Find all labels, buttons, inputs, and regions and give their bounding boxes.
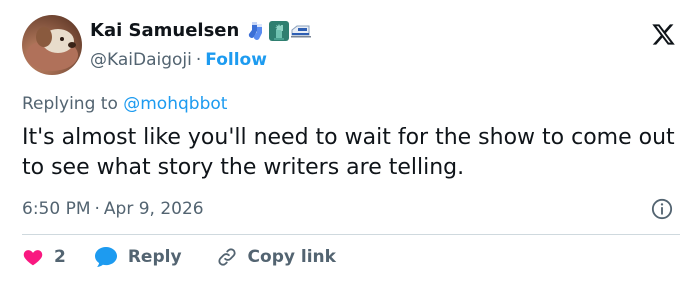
copy-link-label: Copy link bbox=[247, 247, 336, 267]
statue-of-liberty-icon bbox=[269, 21, 290, 41]
like-button[interactable]: 2 bbox=[22, 246, 66, 268]
name-emojis bbox=[247, 21, 312, 41]
x-logo-icon[interactable] bbox=[651, 22, 676, 47]
replying-mention[interactable]: @mohqbbot bbox=[123, 94, 227, 114]
tweet-text: It's almost like you'll need to wait for… bbox=[22, 125, 675, 180]
display-name[interactable]: Kai Samuelsen bbox=[90, 20, 239, 42]
like-count: 2 bbox=[54, 247, 66, 267]
reply-label: Reply bbox=[127, 247, 182, 267]
action-bar: 2 Reply Copy link bbox=[22, 246, 336, 268]
handle-row: @KaiDaigoji · Follow bbox=[90, 49, 267, 71]
info-icon[interactable] bbox=[651, 198, 673, 220]
replying-prefix: Replying to bbox=[22, 94, 118, 114]
avatar[interactable] bbox=[22, 15, 82, 75]
heart-icon bbox=[23, 250, 43, 266]
user-handle[interactable]: @KaiDaigoji bbox=[90, 50, 192, 70]
reply-button[interactable]: Reply bbox=[94, 246, 182, 268]
follow-button[interactable]: Follow bbox=[205, 50, 267, 70]
tweet-date: Apr 9, 2026 bbox=[103, 199, 204, 219]
timestamp[interactable]: 6:50 PM · Apr 9, 2026 bbox=[22, 198, 204, 220]
link-icon bbox=[217, 248, 236, 266]
tweet-time: 6:50 PM bbox=[22, 199, 91, 219]
divider bbox=[22, 234, 680, 235]
display-name-row: Kai Samuelsen bbox=[90, 20, 312, 42]
separator-dot: · bbox=[94, 199, 100, 219]
socks-emoji-icon bbox=[249, 22, 263, 40]
tweet-card: Kai Samuelsen @KaiDaigoji · Follow Reply… bbox=[0, 0, 700, 287]
copy-link-button[interactable]: Copy link bbox=[216, 246, 336, 268]
train-icon bbox=[291, 25, 312, 38]
separator-dot: · bbox=[195, 50, 202, 70]
reply-bubble-icon bbox=[94, 247, 117, 267]
replying-to: Replying to @mohqbbot bbox=[22, 93, 227, 115]
